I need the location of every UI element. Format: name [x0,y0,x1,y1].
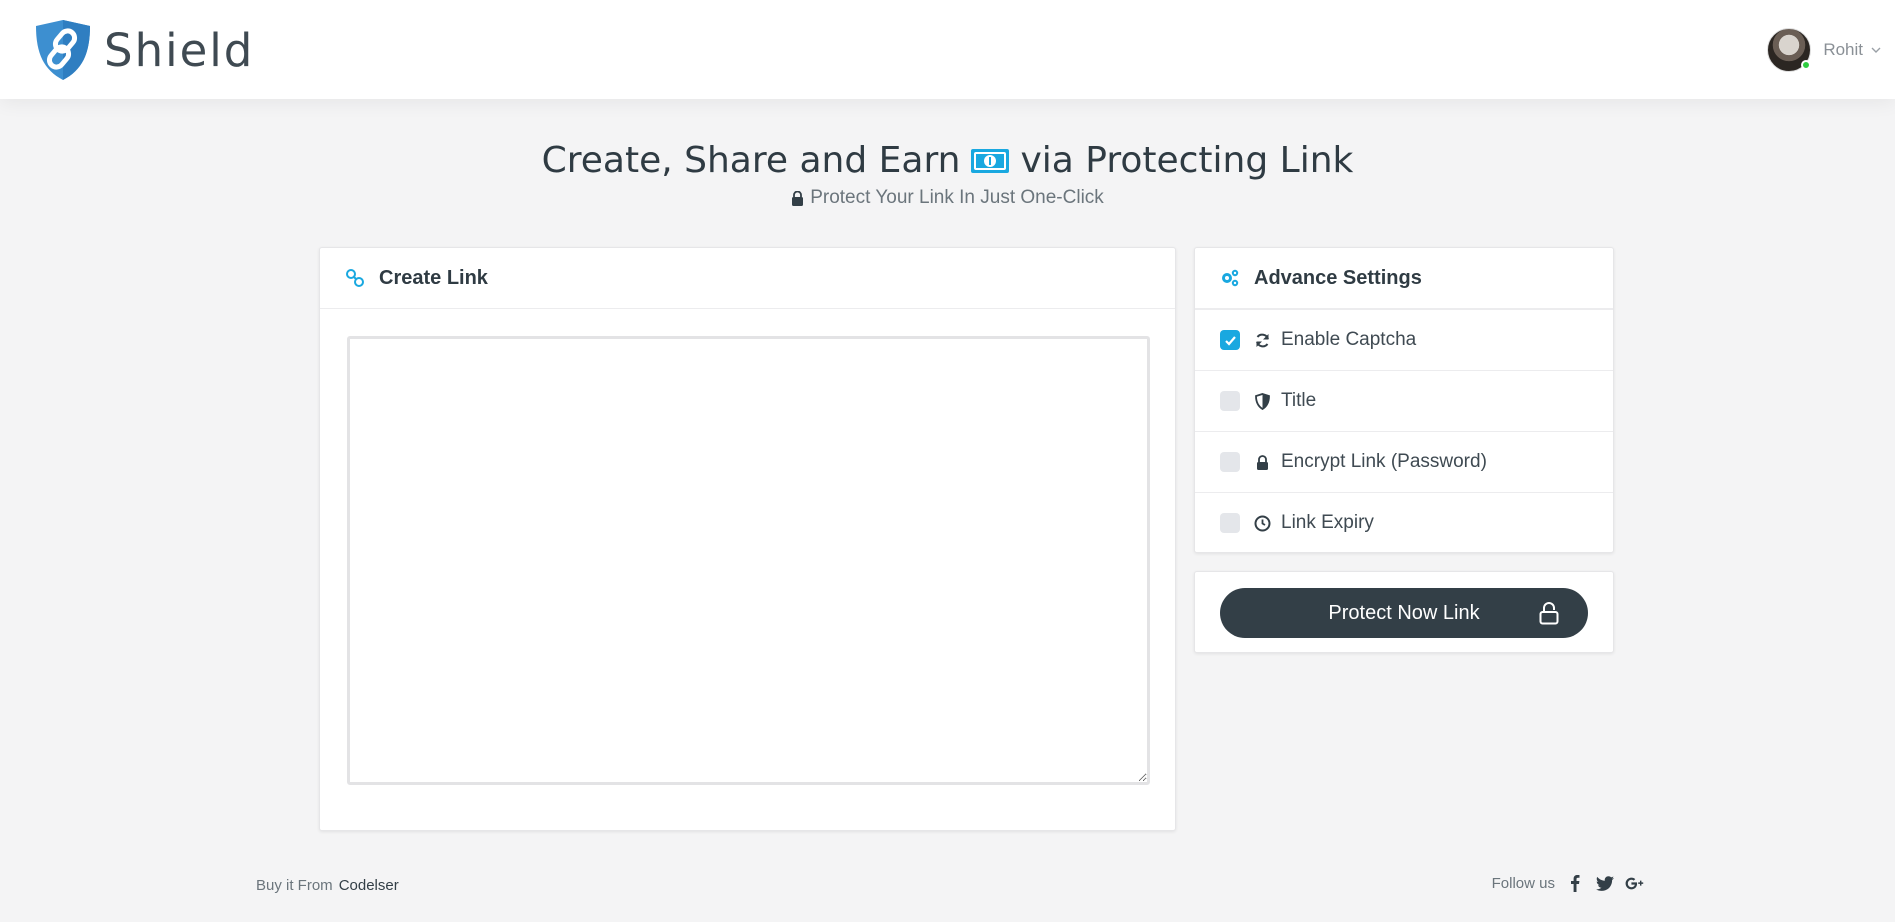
advance-settings-card: Advance Settings Enable Captcha Title En… [1194,247,1614,553]
user-menu[interactable]: Rohit [1767,28,1881,72]
gears-icon [1222,269,1239,287]
page-subtitle: Protect Your Link In Just One-Click [791,187,1104,209]
shield-link-logo-icon [36,20,90,80]
footer-buy-text: Buy it From [256,877,333,894]
links-textarea[interactable] [347,336,1150,785]
footer-follow-text: Follow us [1491,874,1555,892]
setting-encrypt-link[interactable]: Encrypt Link (Password) [1195,431,1613,492]
page-title-after: via Protecting Link [1020,140,1354,181]
setting-label: Link Expiry [1281,512,1374,533]
brand-logo-link[interactable]: Shield [32,18,254,82]
protect-button-label: Protect Now Link [1328,601,1480,624]
twitter-icon[interactable] [1595,874,1615,892]
advance-settings-header: Advance Settings [1195,248,1613,309]
avatar[interactable] [1767,28,1812,72]
protect-now-link-button[interactable]: Protect Now Link [1220,588,1588,638]
footer-social: Follow us [1492,874,1645,892]
create-link-title: Create Link [379,266,488,289]
unlock-icon [1539,602,1559,625]
setting-label: Encrypt Link (Password) [1281,451,1487,472]
create-link-header: Create Link [320,248,1175,309]
advance-settings-title: Advance Settings [1254,266,1422,289]
online-status-dot [1801,60,1812,70]
captcha-checkbox[interactable] [1220,330,1240,350]
setting-title[interactable]: Title [1195,370,1613,431]
title-checkbox[interactable] [1220,391,1240,411]
setting-enable-captcha[interactable]: Enable Captcha [1195,309,1613,370]
google-plus-icon[interactable] [1625,874,1645,892]
link-icon [346,269,364,287]
facebook-icon[interactable] [1565,874,1585,892]
setting-label: Title [1281,390,1317,411]
page-title-before: Create, Share and Earn [541,140,961,181]
footer-credit: Buy it From Codelser [256,877,399,894]
expiry-checkbox[interactable] [1220,513,1240,533]
clock-icon [1254,515,1271,531]
shield-icon [1255,392,1270,410]
brand-name: Shield [104,23,255,77]
money-bill-icon [971,148,1010,173]
setting-link-expiry[interactable]: Link Expiry [1195,492,1613,553]
chevron-down-icon[interactable] [1871,45,1881,55]
top-navbar: Shield Rohit [0,0,1895,99]
hero-section: Create, Share and Earn via Protecting Li… [0,140,1895,211]
create-link-card: Create Link [319,247,1176,831]
page-title: Create, Share and Earn via Protecting Li… [542,140,1354,181]
footer-codelser-link[interactable]: Codelser [339,877,399,894]
protect-card: Protect Now Link [1194,571,1614,653]
lock-icon [1257,454,1268,470]
setting-label: Enable Captcha [1281,329,1417,350]
page-subtitle-text: Protect Your Link In Just One-Click [810,187,1104,208]
refresh-icon [1256,333,1269,347]
check-icon [1224,335,1236,346]
lock-icon [792,190,804,206]
encrypt-checkbox[interactable] [1220,452,1240,472]
user-name[interactable]: Rohit [1823,40,1863,60]
